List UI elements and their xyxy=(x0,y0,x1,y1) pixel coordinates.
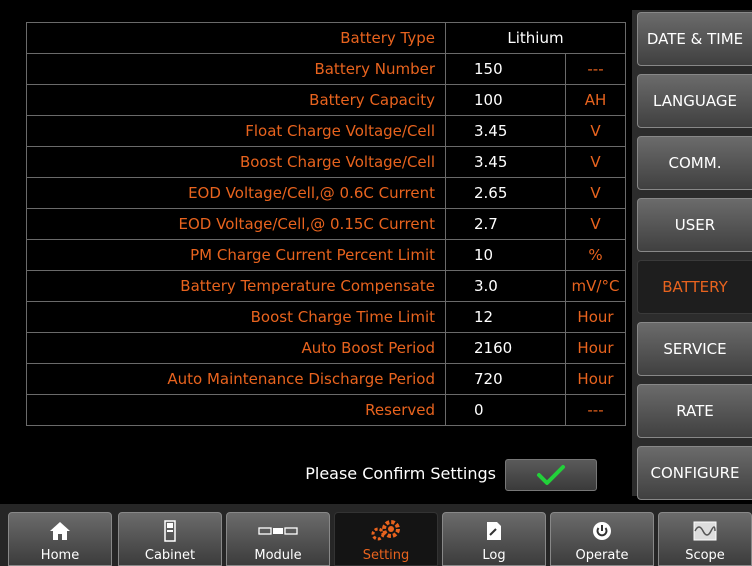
setting-label: EOD Voltage/Cell,@ 0.6C Current xyxy=(26,177,446,209)
settings-row: Boost Charge Time Limit 12 Hour xyxy=(26,301,626,333)
module-icon xyxy=(227,519,329,543)
settings-row: Battery Number 150 --- xyxy=(26,53,626,85)
setting-unit: V xyxy=(565,115,626,147)
side-menu-battery[interactable]: BATTERY xyxy=(637,260,752,314)
side-menu-comm[interactable]: COMM. xyxy=(637,136,752,190)
battery-settings-panel: Battery Type Lithium Battery Number 150 --- B… xyxy=(10,10,626,496)
setting-value[interactable]: 3.45 xyxy=(445,115,566,147)
setting-label: EOD Voltage/Cell,@ 0.15C Current xyxy=(26,208,446,240)
setting-label: Battery Type xyxy=(26,22,446,54)
setting-label: Boost Charge Time Limit xyxy=(26,301,446,333)
setting-unit: V xyxy=(565,177,626,209)
tab-cabinet[interactable]: Cabinet xyxy=(118,512,222,566)
setting-label: Float Charge Voltage/Cell xyxy=(26,115,446,147)
setting-unit: V xyxy=(565,146,626,178)
setting-value[interactable]: 3.0 xyxy=(445,270,566,302)
setting-value[interactable]: 12 xyxy=(445,301,566,333)
side-menu-user[interactable]: USER xyxy=(637,198,752,252)
setting-label: Battery Number xyxy=(26,53,446,85)
gear-icon xyxy=(335,519,437,543)
settings-row: Boost Charge Voltage/Cell 3.45 V xyxy=(26,146,626,178)
setting-label: Battery Capacity xyxy=(26,84,446,116)
settings-row: Reserved 0 --- xyxy=(26,394,626,426)
setting-label: Battery Temperature Compensate xyxy=(26,270,446,302)
setting-label: Boost Charge Voltage/Cell xyxy=(26,146,446,178)
log-icon xyxy=(443,519,545,543)
setting-unit: AH xyxy=(565,84,626,116)
tab-module[interactable]: Module xyxy=(226,512,330,566)
tab-operate[interactable]: Operate xyxy=(550,512,654,566)
setting-value[interactable]: 10 xyxy=(445,239,566,271)
setting-label: PM Charge Current Percent Limit xyxy=(26,239,446,271)
tab-label: Module xyxy=(254,548,302,563)
tab-scope[interactable]: Scope xyxy=(658,512,752,566)
setting-value[interactable]: 3.45 xyxy=(445,146,566,178)
side-menu-date-time[interactable]: DATE & TIME xyxy=(637,12,752,66)
setting-unit: --- xyxy=(565,53,626,85)
tab-log[interactable]: Log xyxy=(442,512,546,566)
settings-row: EOD Voltage/Cell,@ 0.15C Current 2.7 V xyxy=(26,208,626,240)
settings-row: Auto Boost Period 2160 Hour xyxy=(26,332,626,364)
scope-icon xyxy=(659,519,751,543)
settings-row: EOD Voltage/Cell,@ 0.6C Current 2.65 V xyxy=(26,177,626,209)
setting-value[interactable]: 2.65 xyxy=(445,177,566,209)
tab-home[interactable]: Home xyxy=(8,512,112,566)
setting-unit: Hour xyxy=(565,363,626,395)
confirm-row: Please Confirm Settings xyxy=(10,458,626,494)
setting-value[interactable]: 2160 xyxy=(445,332,566,364)
settings-row: PM Charge Current Percent Limit 10% xyxy=(26,239,626,271)
setting-unit: --- xyxy=(565,394,626,426)
settings-side-menu: DATE & TIME LANGUAGE COMM. USER BATTERY SERVI… xyxy=(632,10,752,500)
setting-value[interactable]: 0 xyxy=(445,394,566,426)
side-menu-service[interactable]: SERVICE xyxy=(637,322,752,376)
setting-label: Auto Boost Period xyxy=(26,332,446,364)
tab-label: Log xyxy=(482,548,506,563)
tab-setting[interactable]: Setting xyxy=(334,512,438,566)
battery-settings-table: Battery Type Lithium Battery Number 150 --- B… xyxy=(26,22,626,426)
setting-label: Reserved xyxy=(26,394,446,426)
setting-label: Auto Maintenance Discharge Period xyxy=(26,363,446,395)
setting-value[interactable]: 2.7 xyxy=(445,208,566,240)
settings-row: Battery Capacity 100 AH xyxy=(26,84,626,116)
side-menu-configure[interactable]: CONFIGURE xyxy=(637,446,752,500)
tab-label: Home xyxy=(40,548,80,563)
cabinet-icon xyxy=(119,519,221,543)
confirm-button[interactable] xyxy=(505,459,597,491)
settings-row: Auto Maintenance Discharge Period 720 Hour xyxy=(26,363,626,395)
setting-unit: % xyxy=(565,239,626,271)
checkmark-icon xyxy=(537,465,565,485)
settings-row: Battery Type Lithium xyxy=(26,22,626,54)
settings-row: Float Charge Voltage/Cell 3.45 V xyxy=(26,115,626,147)
setting-value[interactable]: 720 xyxy=(445,363,566,395)
side-menu-language[interactable]: LANGUAGE xyxy=(637,74,752,128)
tab-label: Cabinet xyxy=(144,548,196,563)
confirm-label: Please Confirm Settings xyxy=(305,464,496,483)
home-icon xyxy=(9,519,111,543)
setting-unit: V xyxy=(565,208,626,240)
settings-row: Battery Temperature Compensate 3.0 mV/°C xyxy=(26,270,626,302)
tab-label: Setting xyxy=(362,548,410,563)
setting-unit: Hour xyxy=(565,332,626,364)
setting-unit: mV/°C xyxy=(565,270,626,302)
setting-value[interactable]: Lithium xyxy=(445,22,626,54)
side-menu-rate[interactable]: RATE xyxy=(637,384,752,438)
setting-unit: Hour xyxy=(565,301,626,333)
power-icon xyxy=(551,519,653,543)
tab-label: Scope xyxy=(685,548,725,563)
setting-value[interactable]: 150 xyxy=(445,53,566,85)
setting-value[interactable]: 100 xyxy=(445,84,566,116)
tab-label: Operate xyxy=(575,548,629,563)
bottom-nav: Home Cabinet Module Setting Log Operate Scope xyxy=(0,504,752,566)
